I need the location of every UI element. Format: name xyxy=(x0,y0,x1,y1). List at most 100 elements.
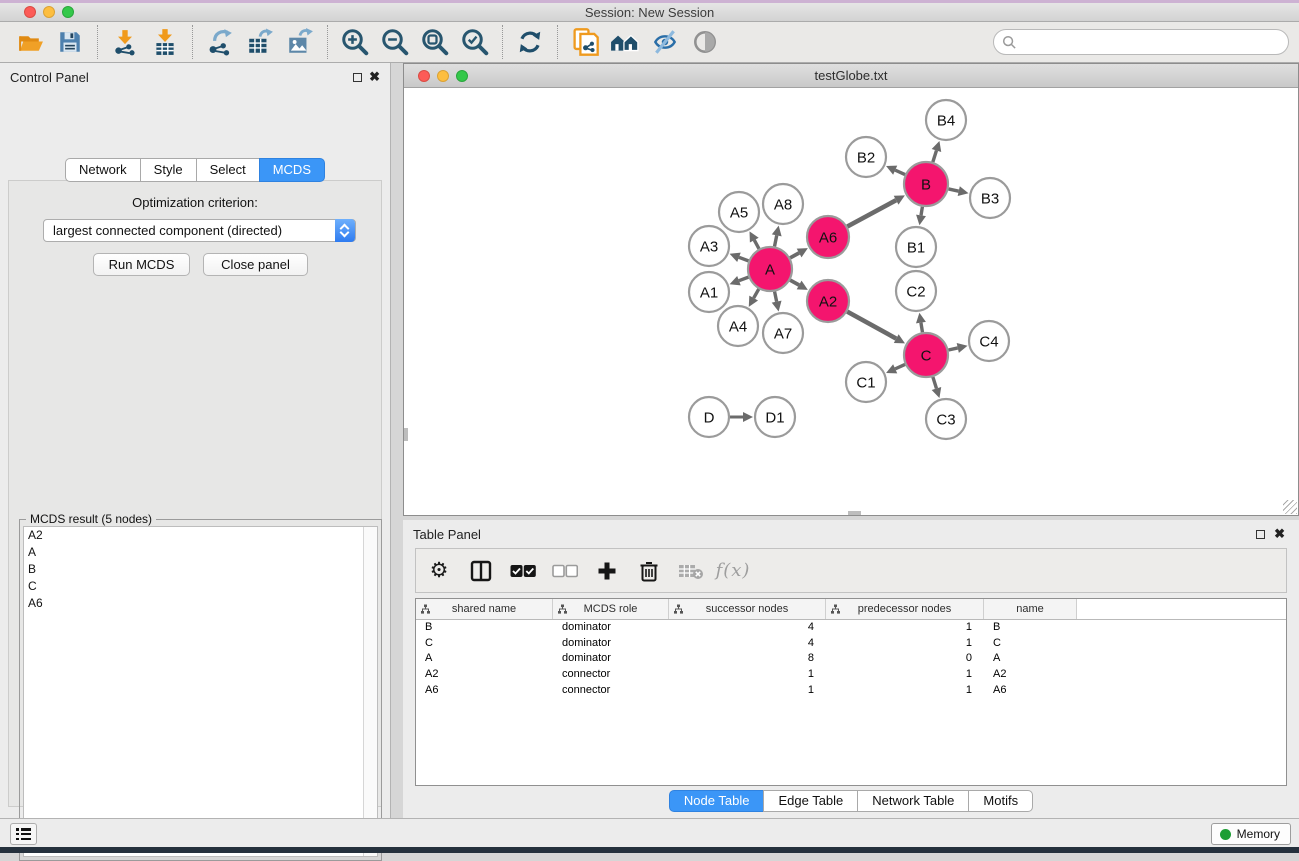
table-cell[interactable]: dominator xyxy=(553,636,669,652)
column-header-name[interactable]: name xyxy=(984,599,1077,619)
function-builder-button[interactable]: f(x) xyxy=(720,558,746,584)
optimization-criterion-select[interactable]: largest connected component (directed) xyxy=(43,219,356,242)
mcds-result-item[interactable]: A2 xyxy=(24,527,377,544)
table-cell[interactable]: C xyxy=(416,636,553,652)
horizontal-scroll-mark[interactable] xyxy=(848,511,861,515)
export-network-button[interactable] xyxy=(200,24,240,60)
table-row[interactable]: Cdominator41C xyxy=(416,636,1286,652)
tab-motifs[interactable]: Motifs xyxy=(968,790,1033,812)
float-panel-icon[interactable] xyxy=(353,73,362,82)
network-canvas[interactable]: AA1A2A3A4A5A6A7A8BB1B2B3B4CC1C2C3C4DD1 xyxy=(404,88,1298,515)
node-table[interactable]: shared nameMCDS rolesuccessor nodesprede… xyxy=(415,598,1287,786)
show-details-button[interactable] xyxy=(685,24,725,60)
table-cell[interactable]: dominator xyxy=(553,620,669,636)
network-graph[interactable]: AA1A2A3A4A5A6A7A8BB1B2B3B4CC1C2C3C4DD1 xyxy=(404,88,1298,515)
table-cell[interactable]: B xyxy=(416,620,553,636)
edge-B-B4[interactable] xyxy=(933,151,937,163)
run-mcds-button[interactable]: Run MCDS xyxy=(93,253,190,276)
edge-C-C1[interactable] xyxy=(895,364,905,368)
duplicate-network-button[interactable] xyxy=(565,24,605,60)
resize-grip-icon[interactable] xyxy=(1283,500,1297,514)
column-header-predecessor-nodes[interactable]: predecessor nodes xyxy=(826,599,984,619)
table-cell[interactable]: C xyxy=(984,636,1077,652)
save-session-button[interactable] xyxy=(50,24,90,60)
split-view-button[interactable] xyxy=(468,558,494,584)
mcds-result-item[interactable]: C xyxy=(24,578,377,595)
delete-table-button[interactable] xyxy=(678,558,704,584)
table-cell[interactable]: connector xyxy=(553,667,669,683)
open-session-button[interactable] xyxy=(10,24,50,60)
edge-B-B3[interactable] xyxy=(948,189,958,191)
table-cell[interactable]: A xyxy=(984,651,1077,667)
zoom-fit-button[interactable] xyxy=(415,24,455,60)
table-cell[interactable]: 1 xyxy=(826,667,984,683)
edge-A6-B[interactable] xyxy=(847,200,896,226)
hide-details-button[interactable] xyxy=(645,24,685,60)
table-row[interactable]: A2connector11A2 xyxy=(416,667,1286,683)
export-image-button[interactable] xyxy=(280,24,320,60)
toolbar-search[interactable] xyxy=(993,29,1289,55)
edge-A-A3[interactable] xyxy=(739,257,749,261)
mcds-result-list[interactable]: A2ABCA6 xyxy=(23,526,378,857)
table-cell[interactable]: 1 xyxy=(669,667,826,683)
column-header-shared-name[interactable]: shared name xyxy=(416,599,553,619)
table-row[interactable]: A6connector11A6 xyxy=(416,683,1286,699)
tab-style[interactable]: Style xyxy=(140,158,197,182)
table-cell[interactable]: 4 xyxy=(669,620,826,636)
edge-B-B2[interactable] xyxy=(895,170,905,174)
table-cell[interactable]: A2 xyxy=(416,667,553,683)
deselect-all-button[interactable] xyxy=(552,558,578,584)
edge-B-B1[interactable] xyxy=(921,207,922,216)
table-cell[interactable]: B xyxy=(984,620,1077,636)
table-cell[interactable]: A xyxy=(416,651,553,667)
mcds-result-item[interactable]: A6 xyxy=(24,595,377,612)
export-table-button[interactable] xyxy=(240,24,280,60)
table-cell[interactable]: 0 xyxy=(826,651,984,667)
edge-A2-C[interactable] xyxy=(847,312,896,339)
import-network-button[interactable] xyxy=(105,24,145,60)
edge-A-A8[interactable] xyxy=(775,235,777,246)
edge-A-A5[interactable] xyxy=(754,240,759,249)
tab-network-table[interactable]: Network Table xyxy=(857,790,969,812)
tab-select[interactable]: Select xyxy=(196,158,260,182)
table-settings-button[interactable]: ⚙ xyxy=(426,558,452,584)
edge-C-C4[interactable] xyxy=(948,348,957,350)
tab-edge-table[interactable]: Edge Table xyxy=(763,790,858,812)
network-window-titlebar[interactable]: testGlobe.txt xyxy=(404,64,1298,88)
zoom-out-button[interactable] xyxy=(375,24,415,60)
table-row[interactable]: Adominator80A xyxy=(416,651,1286,667)
table-row[interactable]: Bdominator41B xyxy=(416,620,1286,636)
edge-A-A2[interactable] xyxy=(790,280,799,285)
vertical-scroll-mark[interactable] xyxy=(404,428,408,441)
table-cell[interactable]: A6 xyxy=(984,683,1077,699)
close-panel-icon[interactable]: ✖ xyxy=(369,69,380,85)
tab-node-table[interactable]: Node Table xyxy=(669,790,765,812)
edge-C-C3[interactable] xyxy=(933,377,937,389)
select-all-button[interactable] xyxy=(510,558,536,584)
table-cell[interactable]: 4 xyxy=(669,636,826,652)
add-column-button[interactable] xyxy=(594,558,620,584)
delete-column-button[interactable] xyxy=(636,558,662,584)
edge-A-A4[interactable] xyxy=(754,289,759,298)
import-table-button[interactable] xyxy=(145,24,185,60)
refresh-button[interactable] xyxy=(510,24,550,60)
tab-network[interactable]: Network xyxy=(65,158,141,182)
table-cell[interactable]: 1 xyxy=(826,620,984,636)
table-cell[interactable]: A6 xyxy=(416,683,553,699)
task-history-button[interactable] xyxy=(10,823,37,845)
tab-mcds[interactable]: MCDS xyxy=(259,158,325,182)
table-cell[interactable]: 1 xyxy=(826,683,984,699)
table-cell[interactable]: 1 xyxy=(826,636,984,652)
home-layout-button[interactable] xyxy=(605,24,645,60)
table-cell[interactable]: connector xyxy=(553,683,669,699)
table-cell[interactable]: dominator xyxy=(553,651,669,667)
table-cell[interactable]: 8 xyxy=(669,651,826,667)
mcds-result-item[interactable]: B xyxy=(24,561,377,578)
mcds-result-item[interactable]: A xyxy=(24,544,377,561)
scrollbar[interactable] xyxy=(363,527,377,856)
edge-A-A6[interactable] xyxy=(790,253,799,258)
float-panel-icon[interactable] xyxy=(1256,530,1265,539)
memory-button[interactable]: Memory xyxy=(1211,823,1291,845)
close-panel-button[interactable]: Close panel xyxy=(203,253,308,276)
table-cell[interactable]: 1 xyxy=(669,683,826,699)
